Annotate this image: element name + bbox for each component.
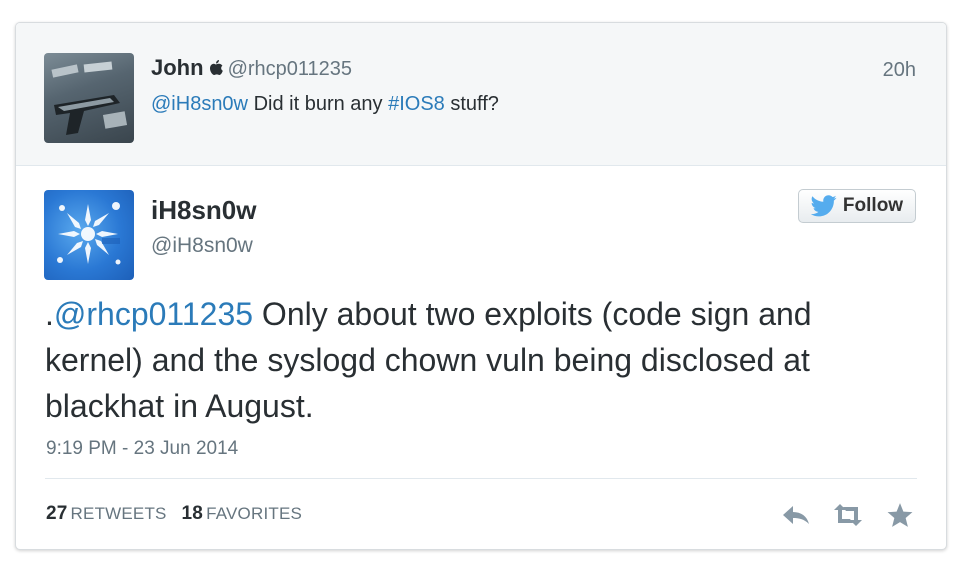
divider [45,478,917,479]
twitter-bird-icon [810,195,837,217]
reply-icon[interactable] [780,501,812,529]
favorite-star-icon[interactable] [884,501,916,529]
parent-avatar[interactable] [44,53,134,143]
retweets-stat[interactable]: 27 RETWEETS [46,503,167,524]
favorites-stat[interactable]: 18 FAVORITES [181,503,303,524]
tweet-card: John @rhcp011235 20h @iH8sn0w Did it burn… [15,22,947,550]
parent-tweet-text: @iH8sn0w Did it burn any #IOS8 stuff? [151,93,499,116]
tweet-timestamp[interactable]: 9:19 PM - 23 Jun 2014 [46,438,238,460]
parent-author-handle[interactable]: @rhcp011235 [228,58,352,80]
retweets-count: 27 [46,503,68,524]
parent-text-segment: Did it burn any [248,93,389,115]
follow-button[interactable]: Follow [798,189,916,223]
main-author-name[interactable]: iH8sn0w [151,195,257,226]
text-prefix: . [45,296,54,332]
favorites-count: 18 [181,503,204,524]
hashtag-link[interactable]: #IOS8 [388,93,445,115]
main-avatar[interactable] [44,190,134,280]
favorites-label: FAVORITES [206,504,303,523]
tweet-actions [780,501,916,529]
retweet-icon[interactable] [832,501,864,529]
mention-link[interactable]: @rhcp011235 [54,296,253,332]
parent-header: John @rhcp011235 [151,55,352,81]
parent-text-end: stuff? [444,93,499,115]
parent-timestamp[interactable]: 20h [883,59,916,82]
follow-button-label: Follow [842,195,904,216]
tweet-stats: 27 RETWEETS 18 FAVORITES [46,503,302,525]
parent-author-name[interactable]: John [151,55,204,80]
apple-icon [208,57,224,77]
main-tweet-text: .@rhcp011235 Only about two exploits (co… [45,291,915,429]
retweets-label: RETWEETS [70,504,167,523]
main-author-handle[interactable]: @iH8sn0w [151,234,253,258]
mention-link[interactable]: @iH8sn0w [151,93,248,115]
parent-tweet[interactable]: John @rhcp011235 20h @iH8sn0w Did it burn… [16,23,946,166]
